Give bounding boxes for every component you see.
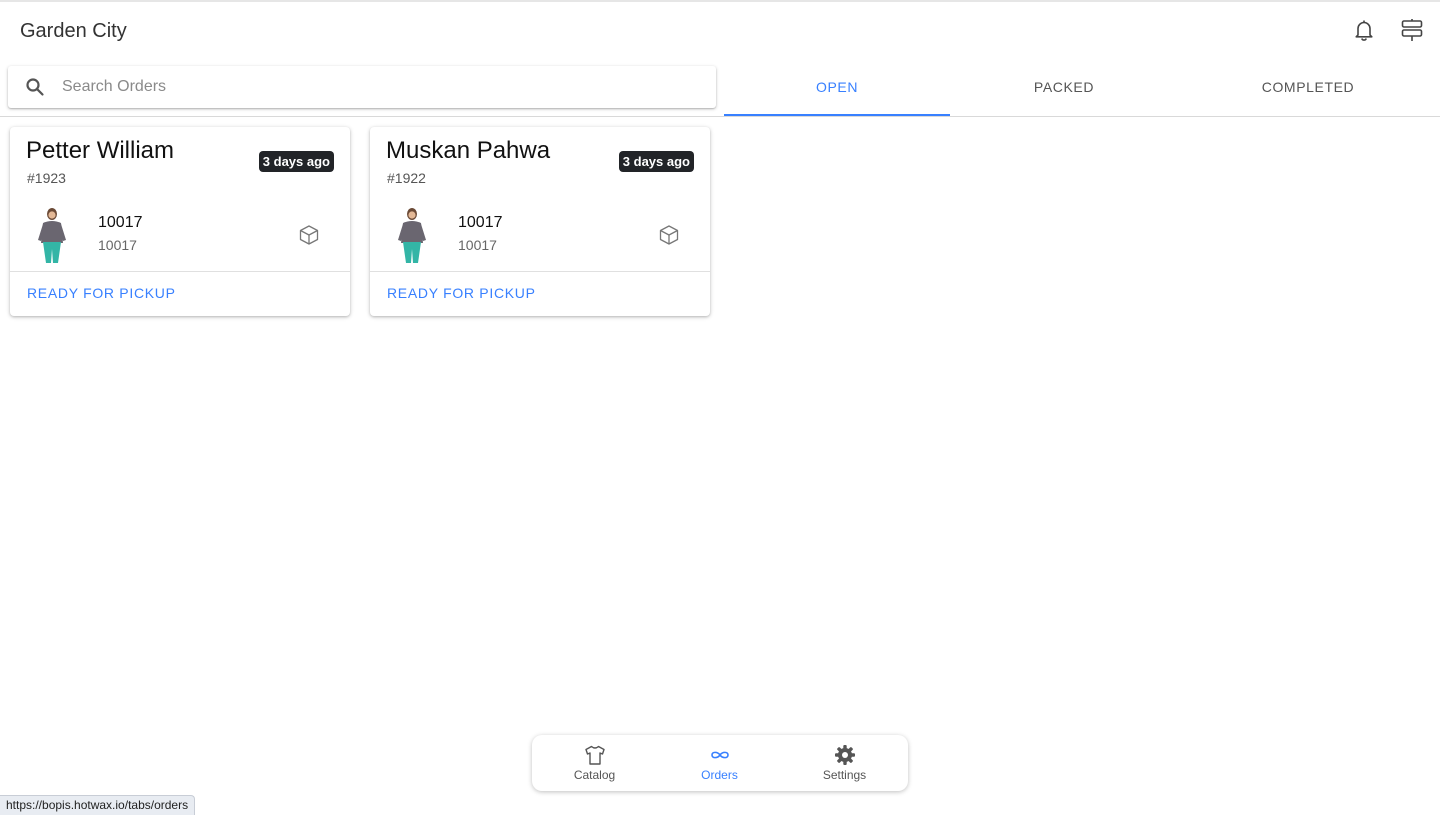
tab-orders-label: Orders <box>701 768 738 782</box>
shirt-icon <box>584 745 605 765</box>
cube-icon[interactable] <box>298 224 320 246</box>
product-thumbnail <box>38 208 66 263</box>
item-title: 10017 <box>98 214 143 231</box>
tab-settings[interactable]: Settings <box>782 735 907 791</box>
infinite-icon <box>710 751 729 759</box>
order-age-badge: 3 days ago <box>258 151 334 172</box>
stores-icon[interactable] <box>1399 17 1425 43</box>
tab-packed-label: PACKED <box>1033 79 1095 95</box>
notifications-icon[interactable] <box>1351 17 1377 43</box>
order-id: #1922 <box>387 170 426 186</box>
page-title: Garden City <box>20 20 127 42</box>
tabs-divider <box>0 116 1440 117</box>
order-status-tabs: OPEN PACKED COMPLETED <box>724 60 1440 116</box>
app-header: Garden City <box>0 2 1440 60</box>
order-age-badge: 3 days ago <box>618 151 694 172</box>
search-input[interactable] <box>62 66 702 108</box>
customer-name: Petter William <box>26 137 175 164</box>
tab-packed[interactable]: PACKED <box>950 60 1178 116</box>
item-title: 10017 <box>458 214 503 231</box>
search-icon <box>26 78 44 96</box>
bottom-tab-bar: Catalog Orders Settings <box>532 735 908 791</box>
product-thumbnail <box>398 208 426 263</box>
link-preview-status: https://bopis.hotwax.io/tabs/orders <box>0 795 196 815</box>
order-id: #1923 <box>27 170 66 186</box>
order-card[interactable]: Petter William #1923 3 days ago 10017 10… <box>10 127 350 316</box>
tab-settings-label: Settings <box>822 768 867 782</box>
search-bar <box>8 66 716 108</box>
tab-catalog[interactable]: Catalog <box>532 735 657 791</box>
item-subtitle: 10017 <box>458 237 497 253</box>
gear-icon <box>834 745 855 765</box>
tab-completed-label: COMPLETED <box>1261 79 1355 95</box>
tab-catalog-label: Catalog <box>573 768 616 782</box>
item-subtitle: 10017 <box>98 237 137 253</box>
order-card[interactable]: Muskan Pahwa #1922 3 days ago 10017 1001… <box>370 127 710 316</box>
tab-completed[interactable]: COMPLETED <box>1178 60 1438 116</box>
tab-open[interactable]: OPEN <box>724 60 950 116</box>
cube-icon[interactable] <box>658 224 680 246</box>
customer-name: Muskan Pahwa <box>386 137 551 164</box>
card-divider <box>10 271 350 272</box>
tab-open-label: OPEN <box>815 79 859 95</box>
ready-for-pickup-button[interactable]: READY FOR PICKUP <box>387 285 536 301</box>
tab-orders[interactable]: Orders <box>657 735 782 791</box>
card-divider <box>370 271 710 272</box>
ready-for-pickup-button[interactable]: READY FOR PICKUP <box>27 285 176 301</box>
